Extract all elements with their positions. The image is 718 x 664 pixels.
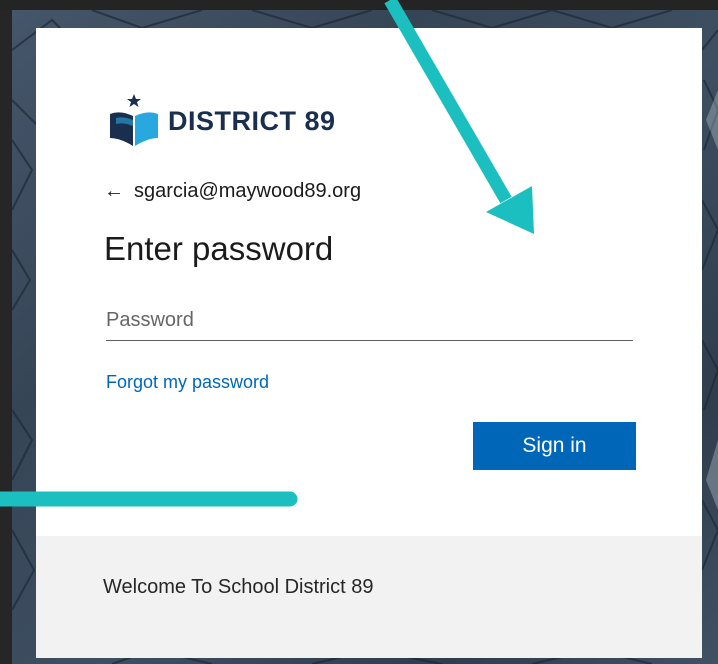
password-input[interactable]: [106, 300, 633, 341]
page-title: Enter password: [104, 230, 334, 267]
sign-in-card: DISTRICT 89 ← sgarcia@maywood89.org Ente…: [36, 28, 702, 658]
footer-banner: Welcome To School District 89: [36, 536, 702, 658]
screen-frame-left: [0, 0, 12, 664]
forgot-password-link[interactable]: Forgot my password: [106, 372, 269, 393]
sign-in-button[interactable]: Sign in: [473, 422, 636, 470]
screen-frame-top: [0, 0, 718, 10]
book-star-logo-icon: [110, 94, 158, 146]
logo-text: DISTRICT 89: [168, 105, 336, 136]
account-email: sgarcia@maywood89.org: [134, 180, 362, 202]
footer-text: Welcome To School District 89: [103, 576, 374, 598]
district-logo: DISTRICT 89: [108, 94, 336, 148]
arrow-left-icon[interactable]: ←: [104, 180, 124, 203]
account-identity: ← sgarcia@maywood89.org: [104, 180, 361, 203]
